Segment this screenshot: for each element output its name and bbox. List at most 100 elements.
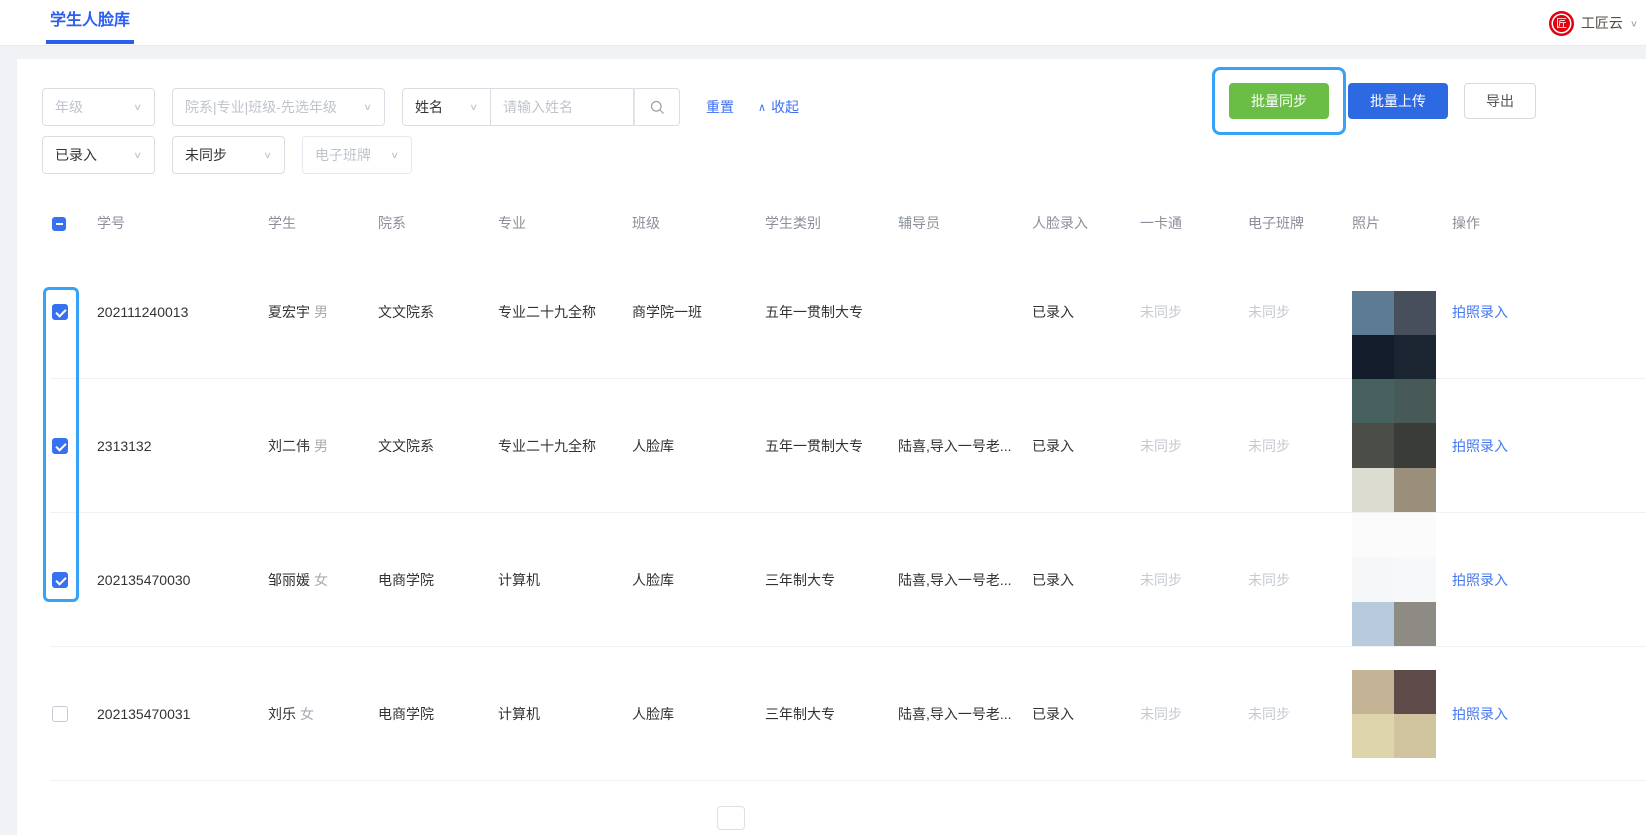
top-bar: 学生人脸库 匠 工匠云 ∨ <box>0 0 1646 46</box>
student-counselor: 陆喜,导入一号老... <box>898 437 1012 454</box>
reset-link[interactable]: 重置 <box>706 97 734 117</box>
student-class: 人脸库 <box>632 571 674 588</box>
sync-status-value: 未同步 <box>185 147 227 163</box>
brand-logo-icon: 匠 <box>1548 10 1574 36</box>
student-dept: 文文院系 <box>378 303 434 320</box>
col-header-face-entry: 人脸录入 <box>1032 214 1088 231</box>
student-table: 学号 学生 院系 专业 班级 学生类别 辅导员 人脸录入 一卡通 电子班牌 照片… <box>50 200 1646 781</box>
col-header-major: 专业 <box>498 214 526 231</box>
student-name-cell: 刘乐女 <box>268 704 378 724</box>
eclass-board-select[interactable]: 电子班牌 ∨ <box>302 136 412 174</box>
student-name-cell: 夏宏宇男 <box>268 302 378 322</box>
chevron-down-icon: ∨ <box>469 101 478 113</box>
student-counselor: 陆喜,导入一号老... <box>898 705 1012 722</box>
chevron-down-icon: ∨ <box>363 101 372 113</box>
student-class: 人脸库 <box>632 437 674 454</box>
col-header-student-type: 学生类别 <box>765 214 821 231</box>
tab-active-underline <box>46 40 135 44</box>
grade-select-placeholder: 年级 <box>55 99 83 115</box>
highlight-box-batch-sync: 批量同步 <box>1212 67 1346 135</box>
student-class: 商学院一班 <box>632 303 702 320</box>
table-row: 202111240013 夏宏宇男 文文院系 专业二十九全称 商学院一班 五年一… <box>50 245 1646 379</box>
row-checkbox[interactable] <box>52 304 68 321</box>
chevron-down-icon: ∨ <box>1629 18 1638 29</box>
photo-capture-link[interactable]: 拍照录入 <box>1452 572 1508 588</box>
student-gender: 女 <box>314 571 328 588</box>
student-major: 专业二十九全称 <box>498 437 596 454</box>
student-dept: 文文院系 <box>378 437 434 454</box>
user-menu[interactable]: 匠 工匠云 ∨ <box>1548 0 1638 46</box>
filter-row-2: 已录入 ∨ 未同步 ∨ 电子班牌 ∨ <box>42 136 412 174</box>
student-type: 五年一贯制大专 <box>765 303 863 320</box>
search-button[interactable] <box>634 88 680 126</box>
student-name-cell: 刘二伟男 <box>268 436 378 456</box>
student-name: 刘二伟 <box>268 437 310 454</box>
table-row: 202135470031 刘乐女 电商学院 计算机 人脸库 三年制大专 陆喜,导… <box>50 647 1646 781</box>
student-major: 计算机 <box>498 705 540 722</box>
eclass-board-status: 未同步 <box>1248 571 1290 588</box>
row-checkbox[interactable] <box>52 572 68 589</box>
col-header-counselor: 辅导员 <box>898 214 940 231</box>
name-search-group: 姓名 ∨ <box>402 88 680 126</box>
student-class: 人脸库 <box>632 705 674 722</box>
tab-student-face-library[interactable]: 学生人脸库 <box>46 0 135 46</box>
student-id: 202135470031 <box>97 705 191 722</box>
student-counselor: 陆喜,导入一号老... <box>898 571 1012 588</box>
table-row: 202135470030 邹丽媛女 电商学院 计算机 人脸库 三年制大专 陆喜,… <box>50 512 1646 647</box>
face-entry-status-select[interactable]: 已录入 ∨ <box>42 136 155 174</box>
student-photo[interactable] <box>1352 378 1436 513</box>
col-header-class: 班级 <box>632 214 660 231</box>
photo-capture-link[interactable]: 拍照录入 <box>1452 304 1508 320</box>
row-checkbox[interactable] <box>52 438 68 455</box>
name-input[interactable] <box>491 88 634 126</box>
onecard-status: 未同步 <box>1140 437 1182 454</box>
name-type-value: 姓名 <box>415 99 443 115</box>
col-header-student-id: 学号 <box>97 214 125 231</box>
export-button[interactable]: 导出 <box>1464 83 1536 119</box>
student-id: 202135470030 <box>97 571 191 588</box>
face-entry-status: 已录入 <box>1032 571 1074 588</box>
student-photo[interactable] <box>1352 669 1436 758</box>
content-card: 年级 ∨ 院系|专业|班级-先选年级 ∨ 姓名 ∨ 重置 ∧ 收起 <box>17 59 1646 835</box>
face-entry-status: 已录入 <box>1032 437 1074 454</box>
student-photo[interactable] <box>1352 512 1436 647</box>
collapse-link[interactable]: ∧ 收起 <box>758 97 799 117</box>
sync-status-select[interactable]: 未同步 ∨ <box>172 136 285 174</box>
student-major: 专业二十九全称 <box>498 303 596 320</box>
student-id: 2313132 <box>97 437 152 454</box>
student-dept: 电商学院 <box>378 571 434 588</box>
photo-capture-link[interactable]: 拍照录入 <box>1452 438 1508 454</box>
photo-capture-link[interactable]: 拍照录入 <box>1452 706 1508 722</box>
student-id: 202111240013 <box>97 303 189 320</box>
toolbar: 批量同步 批量上传 导出 <box>1212 67 1536 135</box>
table-row: 2313132 刘二伟男 文文院系 专业二十九全称 人脸库 五年一贯制大专 陆喜… <box>50 378 1646 513</box>
col-header-actions: 操作 <box>1452 214 1480 231</box>
user-name: 工匠云 <box>1580 15 1623 31</box>
eclass-board-placeholder: 电子班牌 <box>315 147 371 163</box>
student-gender: 男 <box>314 437 328 454</box>
student-name: 刘乐 <box>268 705 296 722</box>
col-header-student: 学生 <box>268 214 296 231</box>
chevron-down-icon: ∨ <box>390 149 399 161</box>
onecard-status: 未同步 <box>1140 705 1182 722</box>
student-type: 五年一贯制大专 <box>765 437 863 454</box>
batch-sync-button[interactable]: 批量同步 <box>1229 83 1329 119</box>
department-select[interactable]: 院系|专业|班级-先选年级 ∨ <box>172 88 385 126</box>
batch-upload-button[interactable]: 批量上传 <box>1348 83 1448 119</box>
grade-select[interactable]: 年级 ∨ <box>42 88 155 126</box>
row-checkbox[interactable] <box>52 706 68 723</box>
name-type-select[interactable]: 姓名 ∨ <box>402 88 491 126</box>
select-all-checkbox[interactable] <box>52 216 66 231</box>
chevron-down-icon: ∨ <box>133 149 142 161</box>
pagination-fragment[interactable] <box>717 806 745 830</box>
eclass-board-status: 未同步 <box>1248 437 1290 454</box>
chevron-down-icon: ∨ <box>263 149 272 161</box>
eclass-board-status: 未同步 <box>1248 303 1290 320</box>
chevron-up-icon: ∧ <box>758 101 767 114</box>
face-entry-status-value: 已录入 <box>55 147 97 163</box>
student-gender: 男 <box>314 303 328 320</box>
col-header-dept: 院系 <box>378 214 406 231</box>
student-photo[interactable] <box>1352 290 1436 379</box>
tab-label: 学生人脸库 <box>50 12 131 29</box>
department-select-placeholder: 院系|专业|班级-先选年级 <box>185 99 337 115</box>
